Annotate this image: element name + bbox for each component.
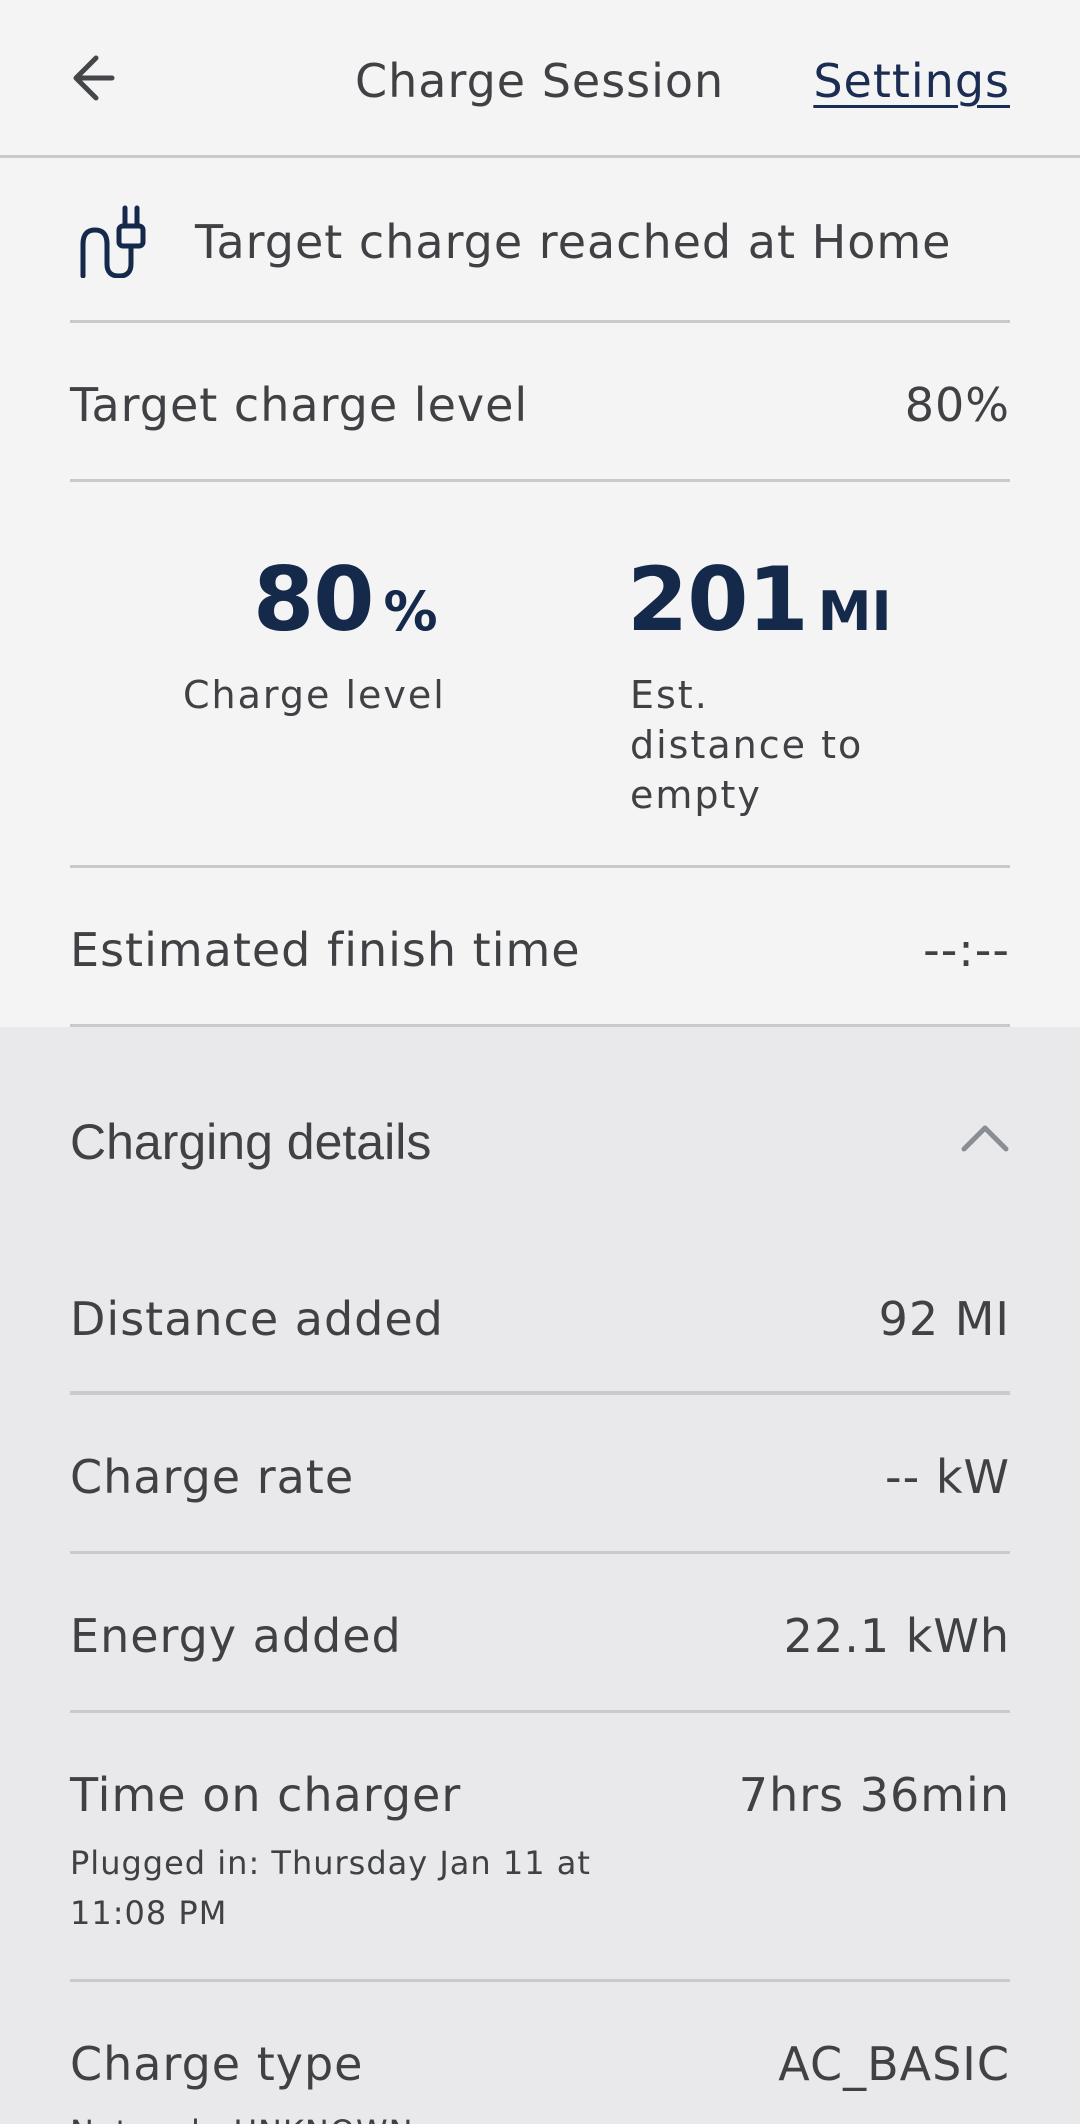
range-label-line: Est. (630, 673, 709, 717)
arrow-left-icon (62, 48, 122, 108)
charge-level-readout: 80% (253, 548, 438, 651)
charge-level-value: 80 (253, 548, 374, 651)
range-value: 201 (627, 548, 809, 651)
charging-details-toggle[interactable]: Charging details (70, 1113, 1010, 1193)
finish-time-row: Estimated finish time --:-- (70, 868, 1010, 1027)
charge-status-row: Target charge reached at Home (70, 160, 1010, 323)
range-unit: MI (817, 580, 892, 643)
target-charge-row[interactable]: Target charge level 80% (70, 323, 1010, 482)
detail-label: Energy added (70, 1609, 402, 1663)
page-title: Charge Session (355, 54, 725, 108)
charging-plug-icon (75, 202, 147, 278)
finish-time-value: --:-- (923, 923, 1010, 977)
detail-row-energy-added: Energy added 22.1 kWh (70, 1554, 1010, 1713)
charge-level-unit: % (383, 580, 438, 643)
detail-label: Distance added (70, 1292, 444, 1346)
detail-row-distance-added: Distance added 92 MI (70, 1270, 1010, 1395)
detail-label: Time on charger (70, 1768, 462, 1822)
plugged-in-line: Plugged in: Thursday Jan 11 at (70, 1844, 591, 1882)
plugged-in-timestamp: Plugged in: Thursday Jan 11 at 11:08 PM (70, 1838, 670, 1938)
status-message: Target charge reached at Home (195, 215, 952, 269)
range-label: Est. distance to empty (630, 670, 863, 820)
charge-stats: 80% Charge level 201 MI Est. distance to … (70, 482, 1010, 868)
range-label-line: empty (630, 773, 762, 817)
detail-value: AC_BASIC (778, 2037, 1010, 2091)
target-charge-value: 80% (904, 378, 1010, 432)
detail-value: 7hrs 36min (738, 1768, 1010, 1822)
detail-row-time-on-charger: Time on charger 7hrs 36min Plugged in: T… (70, 1713, 1010, 1982)
network-label: Network: UNKNOWN (70, 2107, 670, 2124)
back-button[interactable] (62, 48, 122, 108)
range-label-line: distance to (630, 723, 864, 767)
plugged-in-line: 11:08 PM (70, 1894, 228, 1932)
target-charge-label: Target charge level (70, 378, 529, 432)
app-header: Charge Session Settings (0, 0, 1080, 158)
charging-details-title: Charging details (70, 1114, 432, 1170)
chevron-up-icon[interactable] (960, 1113, 1010, 1163)
range-readout: 201 MI (627, 548, 892, 651)
finish-time-label: Estimated finish time (70, 923, 581, 977)
detail-value: -- kW (885, 1450, 1010, 1504)
detail-value: 22.1 kWh (783, 1609, 1010, 1663)
detail-label: Charge type (70, 2037, 364, 2091)
settings-link[interactable]: Settings (813, 54, 1010, 108)
charge-level-label: Charge level (183, 673, 446, 717)
detail-value: 92 MI (878, 1292, 1010, 1346)
detail-row-charge-rate: Charge rate -- kW (70, 1395, 1010, 1554)
detail-row-charge-type: Charge type AC_BASIC Network: UNKNOWN (70, 1982, 1010, 2124)
detail-label: Charge rate (70, 1450, 355, 1504)
charge-session-screen: Charge Session Settings Target charge re… (0, 0, 1080, 2124)
